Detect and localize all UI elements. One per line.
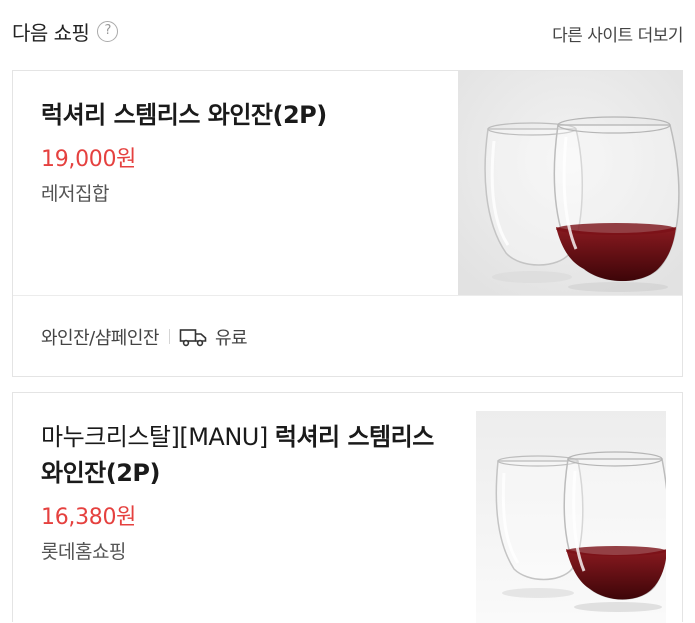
section-header: 다음 쇼핑 ? 다른 사이트 더보기 [12, 0, 683, 70]
product-seller: 롯데홈쇼핑 [41, 541, 126, 563]
product-title[interactable]: 마누크리스탈][MANU] 럭셔리 스템리스 와인잔(2P) [41, 419, 442, 491]
product-name: 럭셔리 스템리스 와인잔(2P) [41, 101, 327, 129]
footer-divider [168, 329, 170, 344]
product-link[interactable]: 럭셔리 스템리스 와인잔(2P) 19,000원 레저집합 [13, 71, 682, 295]
wine-glasses-image [476, 411, 666, 623]
help-icon[interactable]: ? [97, 21, 119, 42]
header-left: 다음 쇼핑 ? [12, 17, 119, 46]
product-title[interactable]: 럭셔리 스템리스 와인잔(2P) [41, 97, 432, 133]
product-price: 19,000원 [41, 147, 137, 172]
product-seller: 레저집합 [41, 183, 109, 205]
truck-icon [179, 328, 207, 346]
more-sites-link[interactable]: 다른 사이트 더보기 [552, 21, 683, 46]
section-title: 다음 쇼핑 [12, 21, 90, 45]
product-price: 16,380원 [41, 505, 137, 530]
product-card: 럭셔리 스템리스 와인잔(2P) 19,000원 레저집합 와인잔/샴페인잔 유… [12, 70, 683, 377]
shipping-fee: 유료 [214, 327, 248, 349]
product-image[interactable] [476, 411, 666, 623]
product-link[interactable]: 마누크리스탈][MANU] 럭셔리 스템리스 와인잔(2P) 16,380원 롯… [13, 393, 682, 623]
product-category-link[interactable]: 와인잔/샴페인잔 [41, 324, 159, 350]
product-info: 마누크리스탈][MANU] 럭셔리 스템리스 와인잔(2P) 16,380원 롯… [41, 419, 442, 564]
product-brand: 마누크리스탈][MANU] [41, 423, 268, 451]
product-card: 마누크리스탈][MANU] 럭셔리 스템리스 와인잔(2P) 16,380원 롯… [12, 392, 683, 623]
product-info: 럭셔리 스템리스 와인잔(2P) 19,000원 레저집합 [41, 97, 432, 206]
product-image[interactable] [458, 71, 682, 295]
wine-glasses-image [458, 71, 682, 295]
product-footer: 와인잔/샴페인잔 유료 [13, 295, 682, 377]
